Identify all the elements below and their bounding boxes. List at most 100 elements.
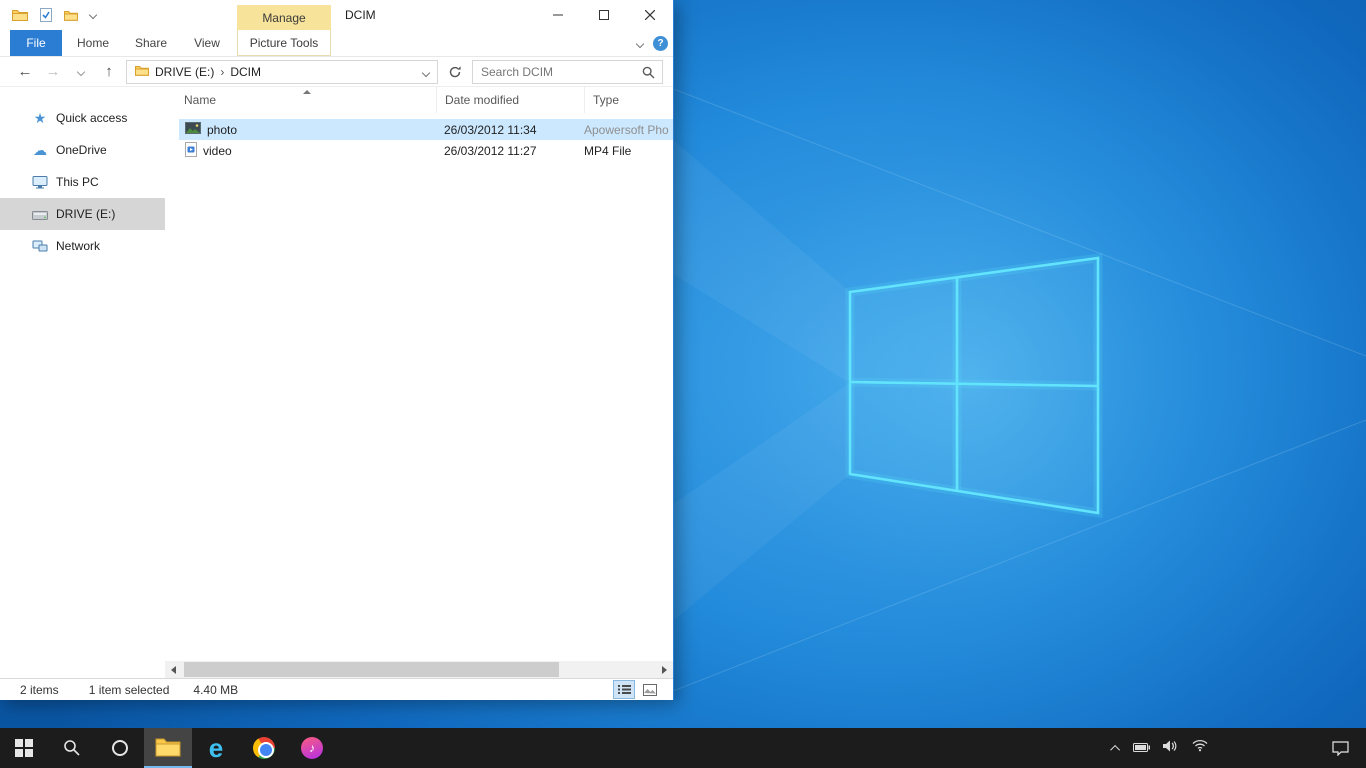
search-input[interactable] xyxy=(473,65,662,79)
status-bar: 2 items 1 item selected 4.40 MB xyxy=(0,678,673,700)
search-box[interactable] xyxy=(472,60,663,84)
sidebar-item-label: Quick access xyxy=(56,111,127,125)
taskbar-edge-button[interactable]: e xyxy=(192,728,240,768)
drive-icon xyxy=(32,209,48,220)
qat-customize-button chevron-down-icon[interactable] xyxy=(90,12,96,18)
titlebar[interactable]: Manage DCIM xyxy=(0,0,673,30)
sidebar-item-onedrive[interactable]: ☁ OneDrive xyxy=(0,134,165,166)
minimize-button[interactable] xyxy=(535,0,581,30)
recent-locations-button chevron-down-icon[interactable] xyxy=(70,60,92,84)
edge-icon: e xyxy=(209,735,223,761)
sidebar-item-label: DRIVE (E:) xyxy=(56,207,115,221)
scrollbar-thumb[interactable] xyxy=(184,662,559,677)
action-center-button[interactable] xyxy=(1314,728,1366,768)
navigation-pane: ★ Quick access ☁ OneDrive This PC xyxy=(0,87,165,678)
file-type: Apowersoft Pho xyxy=(584,123,673,137)
sidebar-item-network[interactable]: Network xyxy=(0,230,165,262)
desktop: Manage DCIM File Home Share View Picture… xyxy=(0,0,1366,768)
battery-icon[interactable] xyxy=(1133,739,1150,757)
up-button[interactable]: ↑ xyxy=(98,60,120,84)
thumbnails-view-button[interactable] xyxy=(639,680,661,699)
ribbon-tab-row: File Home Share View Picture Tools ? xyxy=(0,30,673,57)
scroll-left-button[interactable] xyxy=(165,661,182,678)
quick-access-toolbar xyxy=(12,0,96,30)
refresh-icon xyxy=(448,65,462,79)
folder-icon xyxy=(135,65,149,79)
taskbar-file-explorer-button[interactable] xyxy=(144,728,192,768)
details-view-button[interactable] xyxy=(613,680,635,699)
window-controls xyxy=(535,0,673,30)
taskbar: e ♪ xyxy=(0,728,1366,768)
tab-file[interactable]: File xyxy=(10,30,62,56)
chrome-icon xyxy=(253,737,275,759)
address-bar[interactable]: DRIVE (E:) › DCIM xyxy=(126,60,438,84)
tab-view[interactable]: View xyxy=(184,30,230,56)
scrollbar-track[interactable] xyxy=(182,661,656,678)
sidebar-item-this-pc[interactable]: This PC xyxy=(0,166,165,198)
column-header-date-modified[interactable]: Date modified xyxy=(436,87,584,113)
system-tray xyxy=(1113,728,1208,768)
column-header-label: Type xyxy=(593,93,619,107)
scroll-right-button[interactable] xyxy=(656,661,673,678)
taskbar-search-button[interactable] xyxy=(48,728,96,768)
breadcrumb-drive[interactable]: DRIVE (E:) xyxy=(155,65,214,79)
taskbar-cortana-button[interactable] xyxy=(96,728,144,768)
qat-properties-button[interactable] xyxy=(40,8,52,22)
address-dropdown-button chevron-down-icon[interactable] xyxy=(423,65,429,79)
help-button[interactable]: ? xyxy=(653,36,668,51)
column-header-label: Date modified xyxy=(445,93,519,107)
column-header-type[interactable]: Type xyxy=(584,87,673,113)
music-note-icon: ♪ xyxy=(309,741,315,755)
tray-chevron-up-icon[interactable] xyxy=(1113,739,1120,757)
file-date-modified: 26/03/2012 11:27 xyxy=(436,144,584,158)
photo-file-icon xyxy=(185,122,201,137)
table-row[interactable]: photo 26/03/2012 11:34 Apowersoft Pho xyxy=(179,119,673,140)
windows-hero-logo xyxy=(650,0,1366,728)
sidebar-item-label: OneDrive xyxy=(56,143,107,157)
sidebar-item-quick-access[interactable]: ★ Quick access xyxy=(0,102,165,134)
cortana-icon xyxy=(112,740,128,756)
close-button[interactable] xyxy=(627,0,673,30)
taskbar-itunes-button[interactable]: ♪ xyxy=(288,728,336,768)
tab-home[interactable]: Home xyxy=(71,30,115,56)
volume-icon[interactable] xyxy=(1163,739,1179,757)
forward-button[interactable]: → xyxy=(42,60,64,84)
breadcrumb-folder[interactable]: DCIM xyxy=(230,65,261,79)
tab-share[interactable]: Share xyxy=(127,30,175,56)
refresh-button[interactable] xyxy=(444,60,466,84)
breadcrumb-separator-icon: › xyxy=(220,65,224,79)
cloud-icon: ☁ xyxy=(32,142,48,159)
expand-ribbon-button chevron-down-icon[interactable] xyxy=(633,37,647,51)
sidebar-item-label: This PC xyxy=(56,175,99,189)
horizontal-scrollbar[interactable] xyxy=(165,661,673,678)
window-title: DCIM xyxy=(345,0,376,30)
back-button[interactable]: ← xyxy=(14,60,36,84)
itunes-icon: ♪ xyxy=(301,737,323,759)
explorer-window: Manage DCIM File Home Share View Picture… xyxy=(0,0,674,700)
table-row[interactable]: video 26/03/2012 11:27 MP4 File xyxy=(179,140,673,161)
file-list-pane: Name Date modified Type xyxy=(165,87,673,678)
file-name: video xyxy=(203,144,232,158)
network-icon[interactable] xyxy=(1192,739,1208,757)
taskbar-chrome-button[interactable] xyxy=(240,728,288,768)
sidebar-item-drive-e[interactable]: DRIVE (E:) xyxy=(0,198,165,230)
manage-contextual-tab[interactable]: Manage xyxy=(237,5,331,30)
file-rows: photo 26/03/2012 11:34 Apowersoft Pho vi… xyxy=(165,119,673,161)
file-type: MP4 File xyxy=(584,144,673,158)
file-explorer-icon xyxy=(155,737,181,757)
column-header-label: Name xyxy=(184,93,216,107)
minimize-icon xyxy=(553,10,563,20)
sort-ascending-icon xyxy=(303,90,311,94)
video-file-icon xyxy=(185,142,197,160)
computer-icon xyxy=(32,176,48,189)
column-headers: Name Date modified Type xyxy=(165,87,673,113)
start-button[interactable] xyxy=(0,728,48,768)
tab-picture-tools[interactable]: Picture Tools xyxy=(237,30,331,56)
view-toggle xyxy=(613,680,661,699)
maximize-button[interactable] xyxy=(581,0,627,30)
qat-new-folder-button[interactable] xyxy=(64,10,78,21)
maximize-icon xyxy=(599,10,609,20)
thumbnails-view-icon xyxy=(643,684,657,696)
column-header-name[interactable]: Name xyxy=(165,87,436,113)
file-date-modified: 26/03/2012 11:34 xyxy=(436,123,584,137)
